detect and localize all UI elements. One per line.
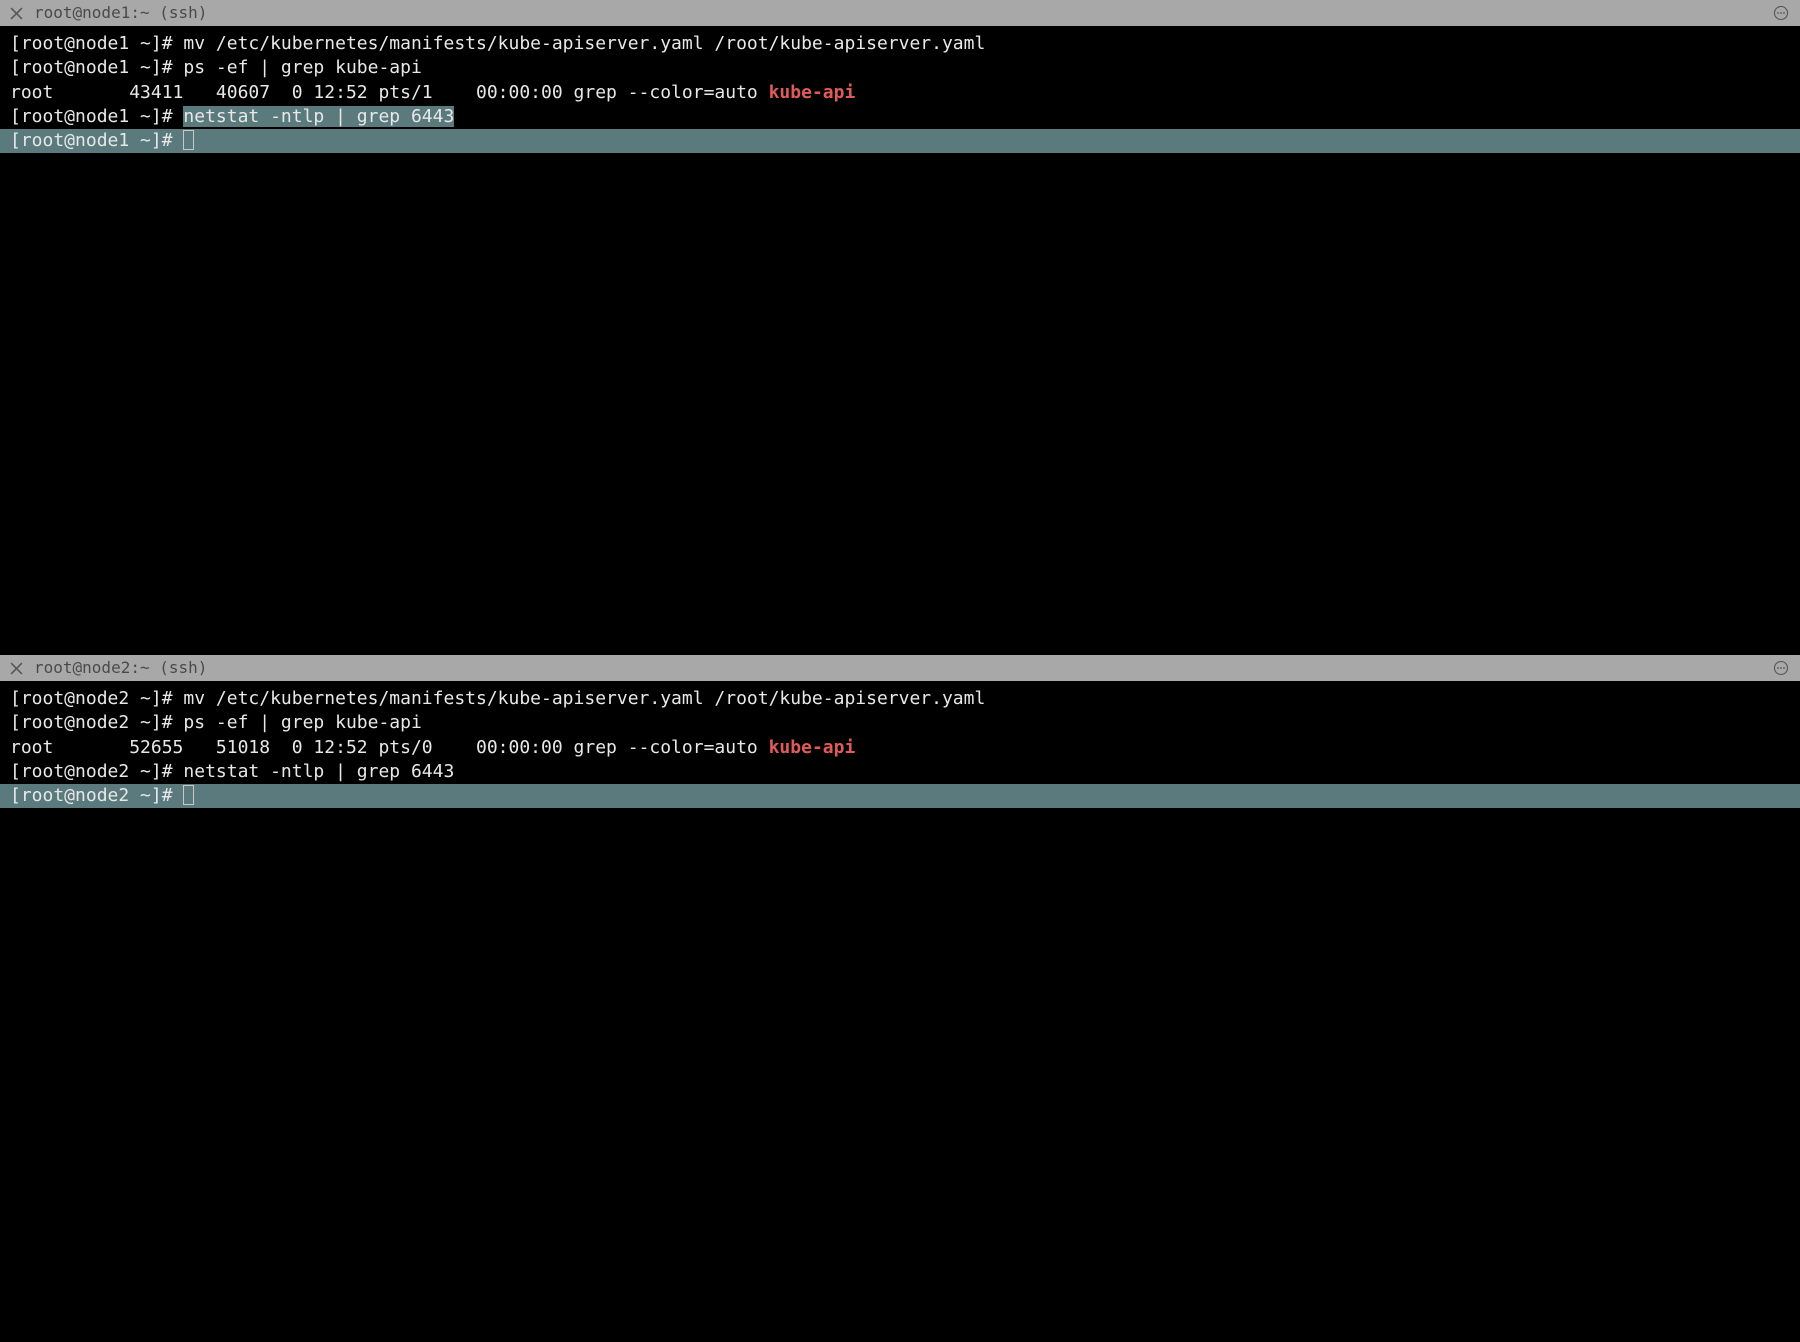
terminal-output[interactable]: [root@node1 ~]# mv /etc/kubernetes/manif… (0, 26, 1800, 655)
command-text: mv /etc/kubernetes/manifests/kube-apiser… (183, 33, 985, 54)
tab-bar: root@node1:~ (ssh) (0, 0, 1800, 26)
tab-bar: root@node2:~ (ssh) (0, 655, 1800, 681)
more-icon[interactable] (1772, 659, 1790, 677)
cursor (183, 130, 194, 150)
shell-prompt: [root@node2 ~]# (10, 785, 183, 806)
terminal-pane-top: root@node1:~ (ssh) [root@node1 ~]# mv /e… (0, 0, 1800, 655)
command-text-selected: netstat -ntlp | grep 6443 (183, 106, 454, 127)
shell-prompt: [root@node1 ~]# (10, 57, 183, 78)
shell-prompt: [root@node2 ~]# (10, 688, 183, 709)
close-icon[interactable] (8, 5, 24, 21)
command-text: ps -ef | grep kube-api (183, 57, 421, 78)
ps-output: root 43411 40607 0 12:52 pts/1 00:00:00 … (10, 82, 769, 103)
command-text: netstat -ntlp | grep 6443 (183, 761, 454, 782)
cursor (183, 785, 194, 805)
shell-prompt: [root@node2 ~]# (10, 761, 183, 782)
ps-output: root 52655 51018 0 12:52 pts/0 00:00:00 … (10, 737, 769, 758)
grep-match: kube-api (769, 737, 856, 758)
terminal-output[interactable]: [root@node2 ~]# mv /etc/kubernetes/manif… (0, 681, 1800, 1342)
shell-prompt: [root@node2 ~]# (10, 712, 183, 733)
terminal-pane-bottom: root@node2:~ (ssh) [root@node2 ~]# mv /e… (0, 655, 1800, 1342)
active-prompt-line: [root@node1 ~]# (0, 129, 1800, 153)
shell-prompt: [root@node1 ~]# (10, 106, 183, 127)
shell-prompt: [root@node1 ~]# (10, 33, 183, 54)
tab-title: root@node1:~ (ssh) (34, 2, 207, 24)
grep-match: kube-api (769, 82, 856, 103)
active-prompt-line: [root@node2 ~]# (0, 784, 1800, 808)
shell-prompt: [root@node1 ~]# (10, 130, 183, 151)
more-icon[interactable] (1772, 4, 1790, 22)
command-text: mv /etc/kubernetes/manifests/kube-apiser… (183, 688, 985, 709)
close-icon[interactable] (8, 660, 24, 676)
tab-title: root@node2:~ (ssh) (34, 657, 207, 679)
command-text: ps -ef | grep kube-api (183, 712, 421, 733)
